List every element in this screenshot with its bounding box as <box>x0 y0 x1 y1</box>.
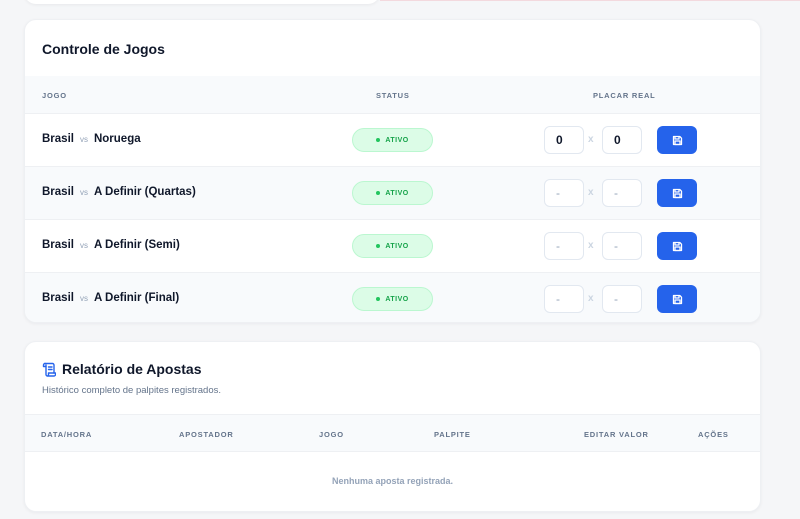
home-score-input[interactable] <box>544 232 584 260</box>
status-badge: ATIVO <box>352 181 433 205</box>
bets-table-header: DATA/HORA APOSTADOR JOGO PALPITE EDITAR … <box>25 414 760 452</box>
previous-card-edge <box>24 0 380 4</box>
games-control-card: Controle de Jogos JOGO STATUS PLACAR REA… <box>24 19 761 323</box>
vs-label: vs <box>79 135 88 144</box>
column-header-game: JOGO <box>319 430 344 439</box>
save-score-button[interactable] <box>657 179 697 207</box>
game-matchup: Brasil vs Noruega <box>42 133 141 145</box>
bets-report-heading: Relatório de Apostas <box>42 361 202 377</box>
vs-label: vs <box>79 294 88 303</box>
game-matchup: Brasil vs A Definir (Final) <box>42 292 179 304</box>
away-score-input[interactable] <box>602 232 642 260</box>
empty-bets-message: Nenhuma aposta registrada. <box>331 476 454 486</box>
save-icon <box>672 241 682 251</box>
status-dot-icon <box>376 191 381 195</box>
games-control-title: Controle de Jogos <box>42 41 165 57</box>
away-team: Noruega <box>93 133 141 145</box>
bets-report-subtitle: Histórico completo de palpites registrad… <box>42 385 222 396</box>
game-row: Brasil vs Noruega ATIVO x <box>25 113 760 166</box>
status-label: ATIVO <box>385 136 409 144</box>
home-team: Brasil <box>42 186 74 198</box>
save-score-button[interactable] <box>657 232 697 260</box>
scroll-icon <box>42 362 56 377</box>
game-row: Brasil vs A Definir (Quartas) ATIVO x <box>25 166 760 219</box>
status-badge: ATIVO <box>352 234 433 258</box>
column-header-edit-value: EDITAR VALOR <box>584 430 649 439</box>
status-label: ATIVO <box>385 189 409 197</box>
bets-report-card: Relatório de Apostas Histórico completo … <box>24 341 761 512</box>
save-icon <box>672 135 682 145</box>
status-label: ATIVO <box>385 295 409 303</box>
column-header-datetime: DATA/HORA <box>41 430 93 439</box>
column-header-bettor: APOSTADOR <box>179 430 234 439</box>
bets-report-title: Relatório de Apostas <box>62 361 202 377</box>
games-table-header: JOGO STATUS PLACAR REAL <box>25 76 760 114</box>
top-divider <box>380 0 800 1</box>
away-score-input[interactable] <box>602 285 642 313</box>
save-score-button[interactable] <box>657 285 697 313</box>
column-header-game: JOGO <box>42 91 67 100</box>
column-header-guess: PALPITE <box>434 430 471 439</box>
status-label: ATIVO <box>385 242 409 250</box>
score-separator: x <box>588 293 594 304</box>
score-separator: x <box>588 134 594 145</box>
save-icon <box>672 188 682 198</box>
save-score-button[interactable] <box>657 126 697 154</box>
home-score-input[interactable] <box>544 179 584 207</box>
away-team: A Definir (Final) <box>93 292 180 304</box>
score-separator: x <box>588 187 594 198</box>
status-badge: ATIVO <box>352 287 433 311</box>
away-team: A Definir (Semi) <box>93 239 180 251</box>
game-row: Brasil vs A Definir (Semi) ATIVO x <box>25 219 760 272</box>
home-score-input[interactable] <box>544 126 584 154</box>
vs-label: vs <box>79 188 88 197</box>
column-header-actions: AÇÕES <box>698 430 729 439</box>
status-dot-icon <box>376 297 381 301</box>
home-team: Brasil <box>42 133 74 145</box>
home-team: Brasil <box>42 292 74 304</box>
status-dot-icon <box>376 244 381 248</box>
away-team: A Definir (Quartas) <box>93 186 196 198</box>
status-dot-icon <box>376 138 381 142</box>
home-score-input[interactable] <box>544 285 584 313</box>
away-score-input[interactable] <box>602 126 642 154</box>
home-team: Brasil <box>42 239 74 251</box>
status-badge: ATIVO <box>352 128 433 152</box>
score-separator: x <box>588 240 594 251</box>
game-matchup: Brasil vs A Definir (Semi) <box>42 239 180 251</box>
vs-label: vs <box>79 241 88 250</box>
column-header-score: PLACAR REAL <box>593 91 656 100</box>
away-score-input[interactable] <box>602 179 642 207</box>
column-header-status: STATUS <box>376 91 410 100</box>
save-icon <box>672 294 682 304</box>
game-matchup: Brasil vs A Definir (Quartas) <box>42 186 196 198</box>
game-row: Brasil vs A Definir (Final) ATIVO x <box>25 272 760 322</box>
